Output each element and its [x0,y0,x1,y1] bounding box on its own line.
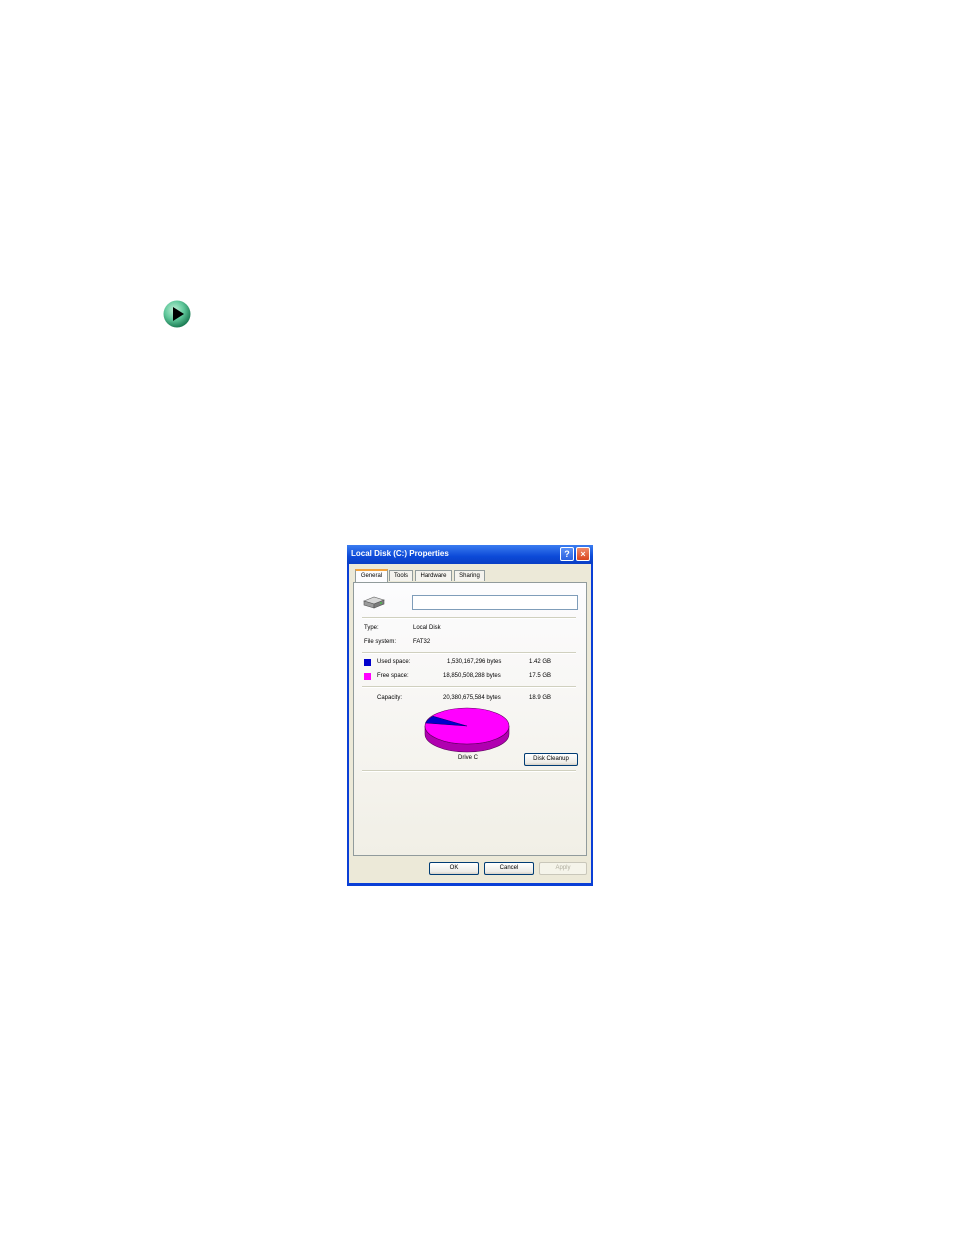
dialog-client-area: General Tools Hardware Sharing Type: Loc… [349,564,591,883]
close-button[interactable]: × [576,547,590,561]
used-space-label: Used space: [377,659,411,665]
capacity-bytes: 20,380,675,584 bytes [443,695,501,701]
capacity-label: Capacity: [377,695,403,701]
free-space-size: 17.5 GB [529,673,552,679]
cancel-button[interactable]: Cancel [484,862,534,875]
disk-usage-pie [424,707,510,753]
separator [362,686,576,688]
ok-button[interactable]: OK [429,862,479,875]
capacity-size: 18.9 GB [529,695,552,701]
free-space-swatch [364,673,371,680]
free-space-bytes: 18,850,508,288 bytes [443,673,501,679]
window-title: Local Disk (C:) Properties [351,549,449,558]
tab-tools[interactable]: Tools [389,570,413,581]
file-system-label: File system: [364,639,397,645]
used-space-size: 1.42 GB [529,659,552,665]
separator [362,652,576,654]
used-space-bytes: 1,530,167,296 bytes [447,659,502,665]
disk-cleanup-button[interactable]: Disk Cleanup [524,753,578,766]
apply-button[interactable]: Apply [539,862,587,875]
general-panel: Type: Local Disk File system: FAT32 Used… [353,582,587,856]
tab-general[interactable]: General [355,569,388,582]
tab-hardware[interactable]: Hardware [415,570,452,581]
help-button[interactable]: ? [560,547,574,561]
tab-sharing[interactable]: Sharing [454,570,485,581]
file-system-value: FAT32 [413,639,431,645]
window-frame-bottom [347,883,593,886]
type-label: Type: [364,625,379,631]
volume-label-input[interactable] [412,595,578,610]
title-bar[interactable]: Local Disk (C:) Properties ? × [347,545,593,564]
green-arrow-icon [163,300,191,328]
free-space-label: Free space: [377,673,409,679]
used-space-swatch [364,659,371,666]
properties-dialog: Local Disk (C:) Properties ? × General T… [347,545,593,886]
hard-drive-icon [363,596,385,609]
type-value: Local Disk [413,625,441,631]
separator [362,617,576,619]
drive-caption: Drive C [458,755,479,761]
separator [362,770,576,772]
